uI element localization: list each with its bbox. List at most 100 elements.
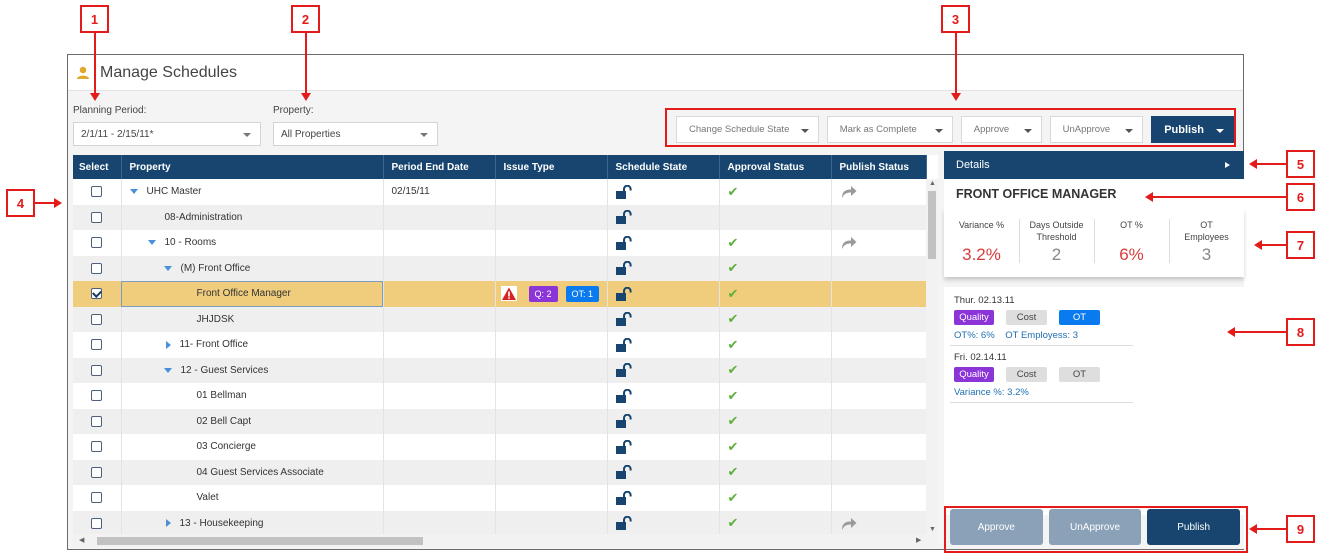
row-checkbox[interactable] — [91, 186, 103, 198]
table-row[interactable]: 10 - Rooms ✔ — [73, 230, 927, 256]
property-cell[interactable]: Front Office Manager — [121, 281, 384, 307]
approval-status-cell: ✔ — [719, 306, 832, 332]
scroll-down-icon[interactable]: ▼ — [929, 526, 936, 533]
unlock-icon[interactable] — [615, 337, 632, 352]
ot-chip[interactable]: OT — [1059, 310, 1100, 325]
column-header-property[interactable]: Property — [121, 155, 384, 179]
unlock-icon[interactable] — [615, 388, 632, 403]
period-end-date-cell — [383, 383, 496, 409]
property-cell[interactable]: 04 Guest Services Associate — [121, 459, 384, 485]
warning-icon[interactable] — [500, 286, 517, 302]
property-cell[interactable]: 12 - Guest Services — [121, 357, 384, 383]
unlock-icon[interactable] — [615, 363, 632, 378]
property-cell[interactable]: 10 - Rooms — [121, 230, 384, 256]
check-icon: ✔ — [727, 515, 739, 531]
caret-right-icon[interactable] — [165, 519, 171, 528]
unlock-icon[interactable] — [615, 465, 632, 480]
table-row[interactable]: Front Office Manager Q: 2 OT: 1 ✔ — [73, 281, 927, 307]
unlock-icon[interactable] — [615, 490, 632, 505]
scroll-right-icon[interactable]: ▶ — [916, 536, 921, 544]
chevron-right-icon[interactable] — [1225, 162, 1230, 168]
ot-chip[interactable]: OT — [1059, 367, 1100, 382]
caret-down-icon[interactable] — [163, 265, 172, 271]
row-checkbox[interactable] — [91, 441, 103, 453]
unlock-icon[interactable] — [615, 210, 632, 225]
table-row[interactable]: 12 - Guest Services ✔ — [73, 357, 927, 383]
property-cell[interactable]: 01 Bellman — [121, 383, 384, 409]
table-row[interactable]: 11- Front Office ✔ — [73, 332, 927, 358]
caret-right-icon[interactable] — [165, 340, 171, 349]
table-row[interactable]: 03 Concierge ✔ — [73, 434, 927, 460]
row-checkbox[interactable] — [91, 339, 103, 351]
quality-chip[interactable]: Quality — [954, 310, 994, 325]
table-row[interactable]: JHJDSK ✔ — [73, 306, 927, 332]
property-name: 08-Administration — [164, 211, 243, 223]
cost-chip[interactable]: Cost — [1006, 310, 1047, 325]
table-row[interactable]: (M) Front Office ✔ — [73, 255, 927, 281]
cost-chip[interactable]: Cost — [1006, 367, 1047, 382]
quality-issue-badge[interactable]: Q: 2 — [528, 285, 558, 302]
horizontal-scroll-thumb[interactable] — [97, 537, 423, 545]
caret-down-icon[interactable] — [129, 189, 138, 195]
scroll-up-icon[interactable]: ▲ — [929, 180, 936, 187]
table-row[interactable]: Valet ✔ — [73, 485, 927, 511]
property-cell[interactable]: 03 Concierge — [121, 434, 384, 460]
check-icon: ✔ — [727, 438, 739, 454]
unlock-icon[interactable] — [615, 516, 632, 531]
row-checkbox[interactable] — [91, 466, 103, 478]
select-cell — [73, 306, 122, 332]
column-header-select[interactable]: Select — [73, 155, 122, 179]
row-checkbox[interactable] — [91, 262, 103, 274]
unlock-icon[interactable] — [615, 439, 632, 454]
property-cell[interactable]: 02 Bell Capt — [121, 408, 384, 434]
horizontal-scrollbar[interactable]: ◀ ▶ — [73, 534, 938, 547]
property-cell[interactable]: JHJDSK — [121, 306, 384, 332]
property-cell[interactable]: 11- Front Office — [121, 332, 384, 358]
row-checkbox[interactable] — [91, 313, 103, 325]
row-checkbox[interactable] — [91, 237, 103, 249]
table-row[interactable]: 01 Bellman ✔ — [73, 383, 927, 409]
caret-down-icon[interactable] — [147, 240, 156, 246]
column-header-issue-type[interactable]: Issue Type — [495, 155, 608, 179]
row-checkbox[interactable] — [91, 517, 103, 529]
table-row[interactable]: 08-Administration — [73, 204, 927, 230]
details-header[interactable]: Details — [944, 151, 1244, 179]
property-cell[interactable]: Valet — [121, 485, 384, 511]
approval-status-cell — [719, 204, 832, 230]
schedule-state-cell — [607, 510, 720, 536]
unlock-icon[interactable] — [615, 261, 632, 276]
ot-issue-badge[interactable]: OT: 1 — [565, 285, 600, 302]
vertical-scroll-thumb[interactable] — [928, 191, 936, 259]
quality-chip[interactable]: Quality — [954, 367, 994, 382]
table-row[interactable]: 13 - Housekeeping ✔ — [73, 510, 927, 536]
property-cell[interactable]: (M) Front Office — [121, 255, 384, 281]
vertical-scrollbar[interactable]: ▲ ▼ — [926, 179, 938, 534]
scroll-left-icon[interactable]: ◀ — [79, 536, 84, 544]
unlock-icon[interactable] — [615, 235, 632, 250]
table-row[interactable]: UHC Master 02/15/11 ✔ — [73, 179, 927, 205]
column-header-schedule-state[interactable]: Schedule State — [607, 155, 720, 179]
property-cell[interactable]: 08-Administration — [121, 204, 384, 230]
property-cell[interactable]: 13 - Housekeeping — [121, 510, 384, 536]
row-checkbox[interactable] — [91, 492, 103, 504]
planning-period-select[interactable]: 2/1/11 - 2/15/11* — [73, 122, 261, 146]
table-row[interactable]: 04 Guest Services Associate ✔ — [73, 459, 927, 485]
column-header-approval-status[interactable]: Approval Status — [719, 155, 832, 179]
unlock-icon[interactable] — [615, 312, 632, 327]
property-cell[interactable]: UHC Master — [121, 179, 384, 205]
row-checkbox[interactable] — [91, 415, 103, 427]
annotation-arrowhead-3 — [951, 93, 961, 101]
unlock-icon[interactable] — [615, 184, 632, 199]
column-header-publish-status[interactable]: Publish Status — [831, 155, 927, 179]
row-checkbox[interactable] — [91, 364, 103, 376]
unlock-icon[interactable] — [615, 414, 632, 429]
caret-down-icon[interactable] — [163, 367, 172, 373]
unlock-icon[interactable] — [615, 286, 632, 301]
column-header-period-end-date[interactable]: Period End Date — [383, 155, 496, 179]
row-checkbox[interactable] — [91, 211, 103, 223]
row-checkbox[interactable] — [91, 288, 103, 300]
row-checkbox[interactable] — [91, 390, 103, 402]
table-row[interactable]: 02 Bell Capt ✔ — [73, 408, 927, 434]
property-select[interactable]: All Properties — [273, 122, 438, 146]
annotation-arrowhead-1 — [90, 93, 100, 101]
